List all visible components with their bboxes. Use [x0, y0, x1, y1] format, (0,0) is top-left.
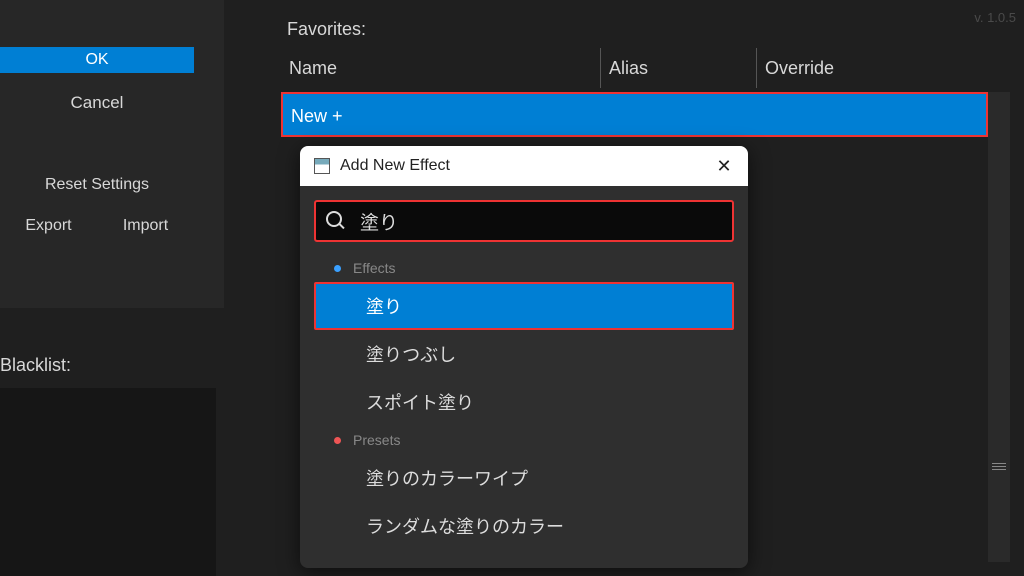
search-box[interactable]	[314, 200, 734, 242]
cancel-button[interactable]: Cancel	[0, 87, 194, 119]
effect-item[interactable]: 塗り	[314, 282, 734, 330]
group-effects-label: Effects	[353, 260, 396, 276]
effect-item[interactable]: スポイト塗り	[314, 378, 734, 426]
ok-button[interactable]: OK	[0, 47, 194, 73]
new-favorite-row[interactable]: New +	[281, 92, 988, 137]
blacklist-box[interactable]	[0, 388, 216, 576]
group-presets: Presets	[314, 426, 734, 454]
dialog-titlebar[interactable]: Add New Effect ✕	[300, 146, 748, 186]
scrollbar-grip-icon[interactable]	[988, 456, 1010, 476]
column-name[interactable]: Name	[281, 48, 601, 88]
effect-item[interactable]: 塗りつぶし	[314, 330, 734, 378]
window-icon	[314, 158, 330, 174]
dot-icon	[334, 265, 341, 272]
preset-item[interactable]: ランダムな塗りのカラー	[314, 502, 734, 550]
dot-icon	[334, 437, 341, 444]
scrollbar-track[interactable]	[988, 92, 1010, 562]
add-effect-dialog: Add New Effect ✕ Effects 塗り 塗りつぶし スポイト塗り…	[300, 146, 748, 568]
favorites-table-header: Name Alias Override	[281, 48, 1010, 88]
dialog-title: Add New Effect	[340, 157, 714, 175]
search-icon	[326, 211, 346, 231]
import-button[interactable]: Import	[97, 211, 194, 241]
export-button[interactable]: Export	[0, 211, 97, 241]
column-override[interactable]: Override	[757, 48, 1010, 88]
search-input[interactable]	[360, 210, 722, 232]
group-effects: Effects	[314, 254, 734, 282]
preset-item[interactable]: 塗りのカラーワイプ	[314, 454, 734, 502]
blacklist-label: Blacklist:	[0, 355, 71, 376]
favorites-label: Favorites:	[287, 19, 366, 40]
group-presets-label: Presets	[353, 432, 400, 448]
version-label: v. 1.0.5	[974, 10, 1016, 25]
close-icon[interactable]: ✕	[714, 156, 734, 177]
reset-settings-button[interactable]: Reset Settings	[0, 169, 194, 201]
column-alias[interactable]: Alias	[601, 48, 757, 88]
